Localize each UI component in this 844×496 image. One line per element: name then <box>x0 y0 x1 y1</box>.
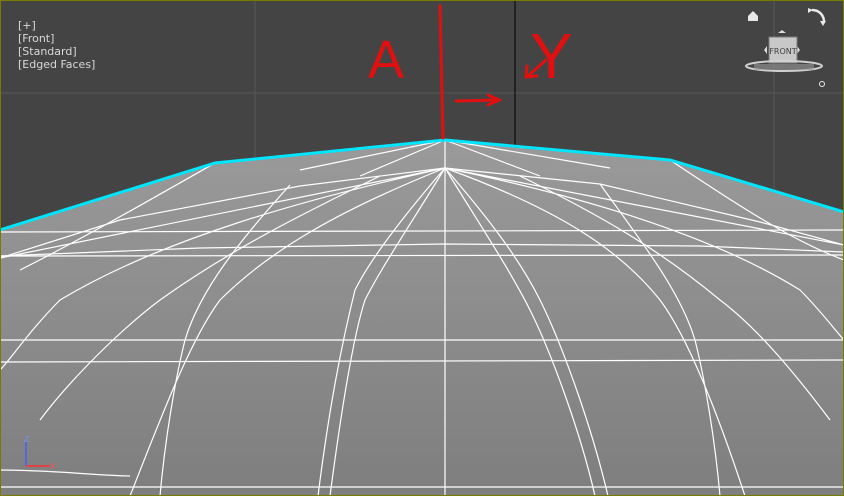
axis-gizmo: Z X <box>24 435 56 471</box>
viewcube[interactable]: FRONT <box>742 6 826 90</box>
home-icon[interactable] <box>748 11 758 21</box>
viewcube-compass-band <box>754 64 814 70</box>
x-axis-label: X <box>50 462 56 471</box>
viewport-label-menu: [+] [Front] [Standard] [Edged Faces] <box>4 6 95 84</box>
z-axis-label: Z <box>24 435 30 444</box>
arrow-up-icon[interactable] <box>778 30 786 33</box>
options-icon[interactable] <box>819 81 825 87</box>
viewport-point-of-view-menu[interactable]: [Front] <box>18 32 54 45</box>
viewcube-face-label: FRONT <box>769 47 796 56</box>
viewport-display-menu[interactable]: [Edged Faces] <box>18 58 95 71</box>
viewport-scene[interactable]: A Y <box>0 0 844 496</box>
mesh-surface[interactable] <box>0 140 844 496</box>
rotate-arrow-icon[interactable] <box>808 8 826 26</box>
annotation-arrow-right <box>454 98 500 103</box>
annotation-letter-y: Y <box>530 20 573 92</box>
viewport-shading-menu[interactable]: [Standard] <box>18 45 77 58</box>
arrow-left-icon[interactable] <box>764 46 767 54</box>
viewport-general-menu[interactable]: [+] <box>18 19 36 32</box>
annotation-letter-a: A <box>368 30 404 90</box>
front-viewport[interactable]: A Y [+] [Front] [Standard] [Edged Faces]… <box>0 0 844 496</box>
